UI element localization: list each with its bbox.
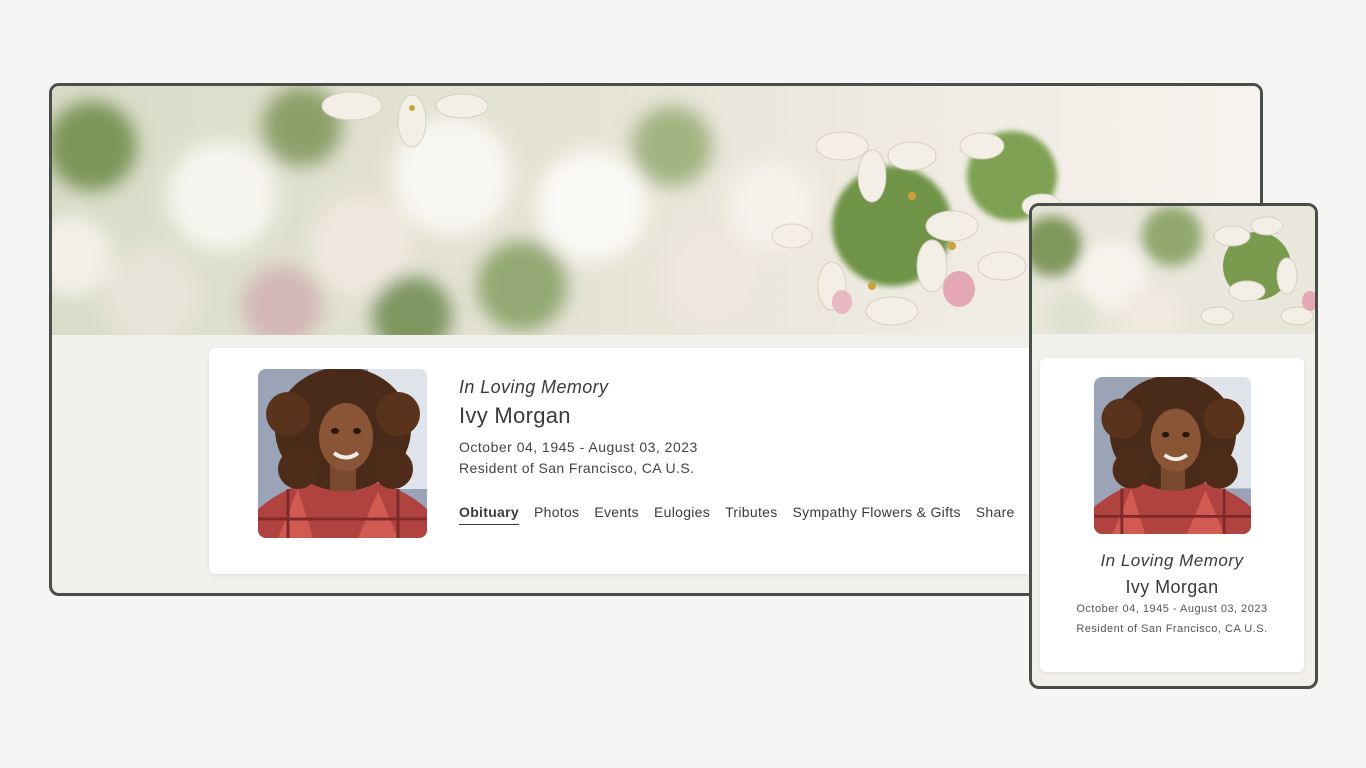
profile-card: In Loving Memory Ivy Morgan October 04, …	[209, 348, 1049, 574]
mobile-memory-heading: In Loving Memory	[1100, 551, 1244, 570]
nav-tributes[interactable]: Tributes	[725, 503, 777, 525]
life-dates: October 04, 1945 - August 03, 2023	[459, 439, 698, 455]
mobile-frame: In Loving Memory Ivy Morgan October 04, …	[1029, 203, 1318, 689]
mobile-portrait-photo	[1094, 377, 1251, 534]
profile-nav: Obituary Photos Events Eulogies Tributes…	[459, 503, 1015, 525]
nav-eulogies[interactable]: Eulogies	[654, 503, 710, 525]
residence: Resident of San Francisco, CA U.S.	[459, 460, 695, 476]
mobile-deceased-name: Ivy Morgan	[1125, 577, 1219, 597]
mobile-blossom-banner-image	[1032, 206, 1315, 334]
mobile-residence: Resident of San Francisco, CA U.S.	[1076, 623, 1268, 635]
deceased-name: Ivy Morgan	[459, 403, 571, 428]
nav-photos[interactable]: Photos	[534, 503, 579, 525]
mobile-life-dates: October 04, 1945 - August 03, 2023	[1076, 603, 1268, 615]
nav-sympathy-flowers-gifts[interactable]: Sympathy Flowers & Gifts	[793, 503, 961, 525]
mobile-profile-card: In Loving Memory Ivy Morgan October 04, …	[1040, 358, 1304, 672]
nav-obituary[interactable]: Obituary	[459, 503, 519, 525]
memory-heading: In Loving Memory	[459, 377, 609, 397]
portrait-photo	[258, 369, 427, 538]
nav-share[interactable]: Share	[976, 503, 1015, 525]
nav-events[interactable]: Events	[594, 503, 639, 525]
